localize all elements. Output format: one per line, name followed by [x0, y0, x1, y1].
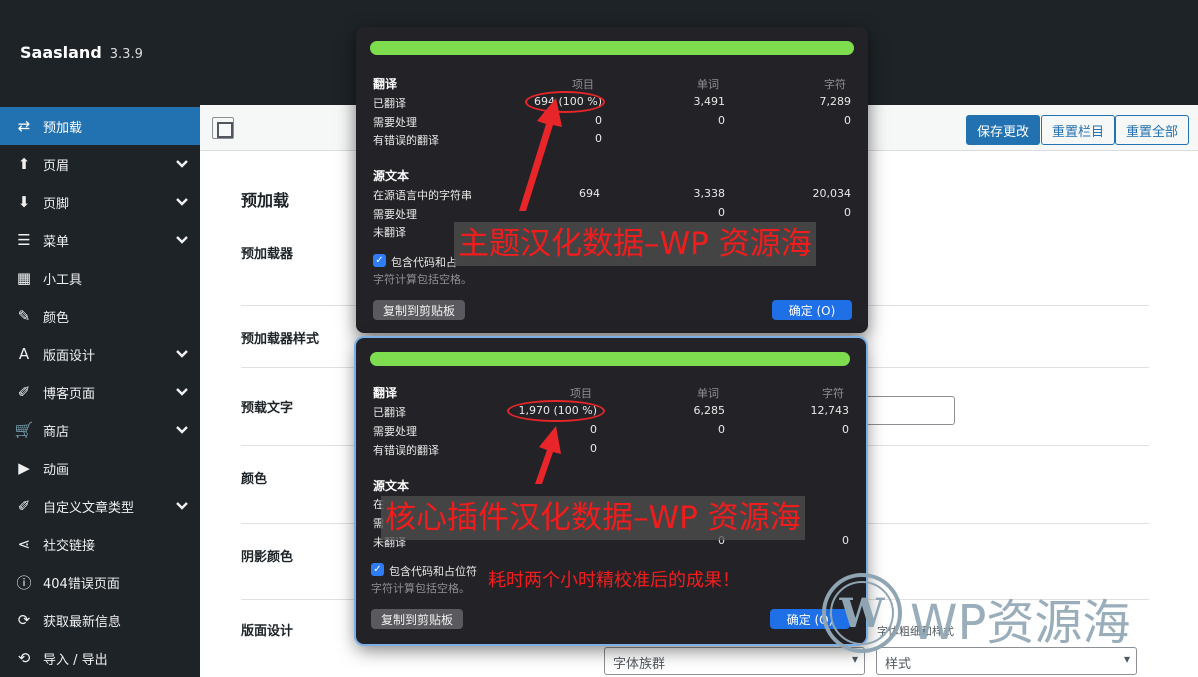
result-caption: 耗时两个小时精校准后的成果！: [488, 570, 740, 591]
watermark-text: WP资源海: [910, 595, 1131, 651]
arrow-icon: [535, 426, 561, 484]
arrow-icon: [519, 98, 562, 211]
svg-text:W: W: [839, 590, 886, 637]
wordpress-logo-icon: W: [822, 573, 902, 653]
theme-data-banner: 主题汉化数据–WP 资源海: [454, 222, 816, 266]
plugin-data-banner: 核心插件汉化数据–WP 资源海: [381, 496, 805, 540]
